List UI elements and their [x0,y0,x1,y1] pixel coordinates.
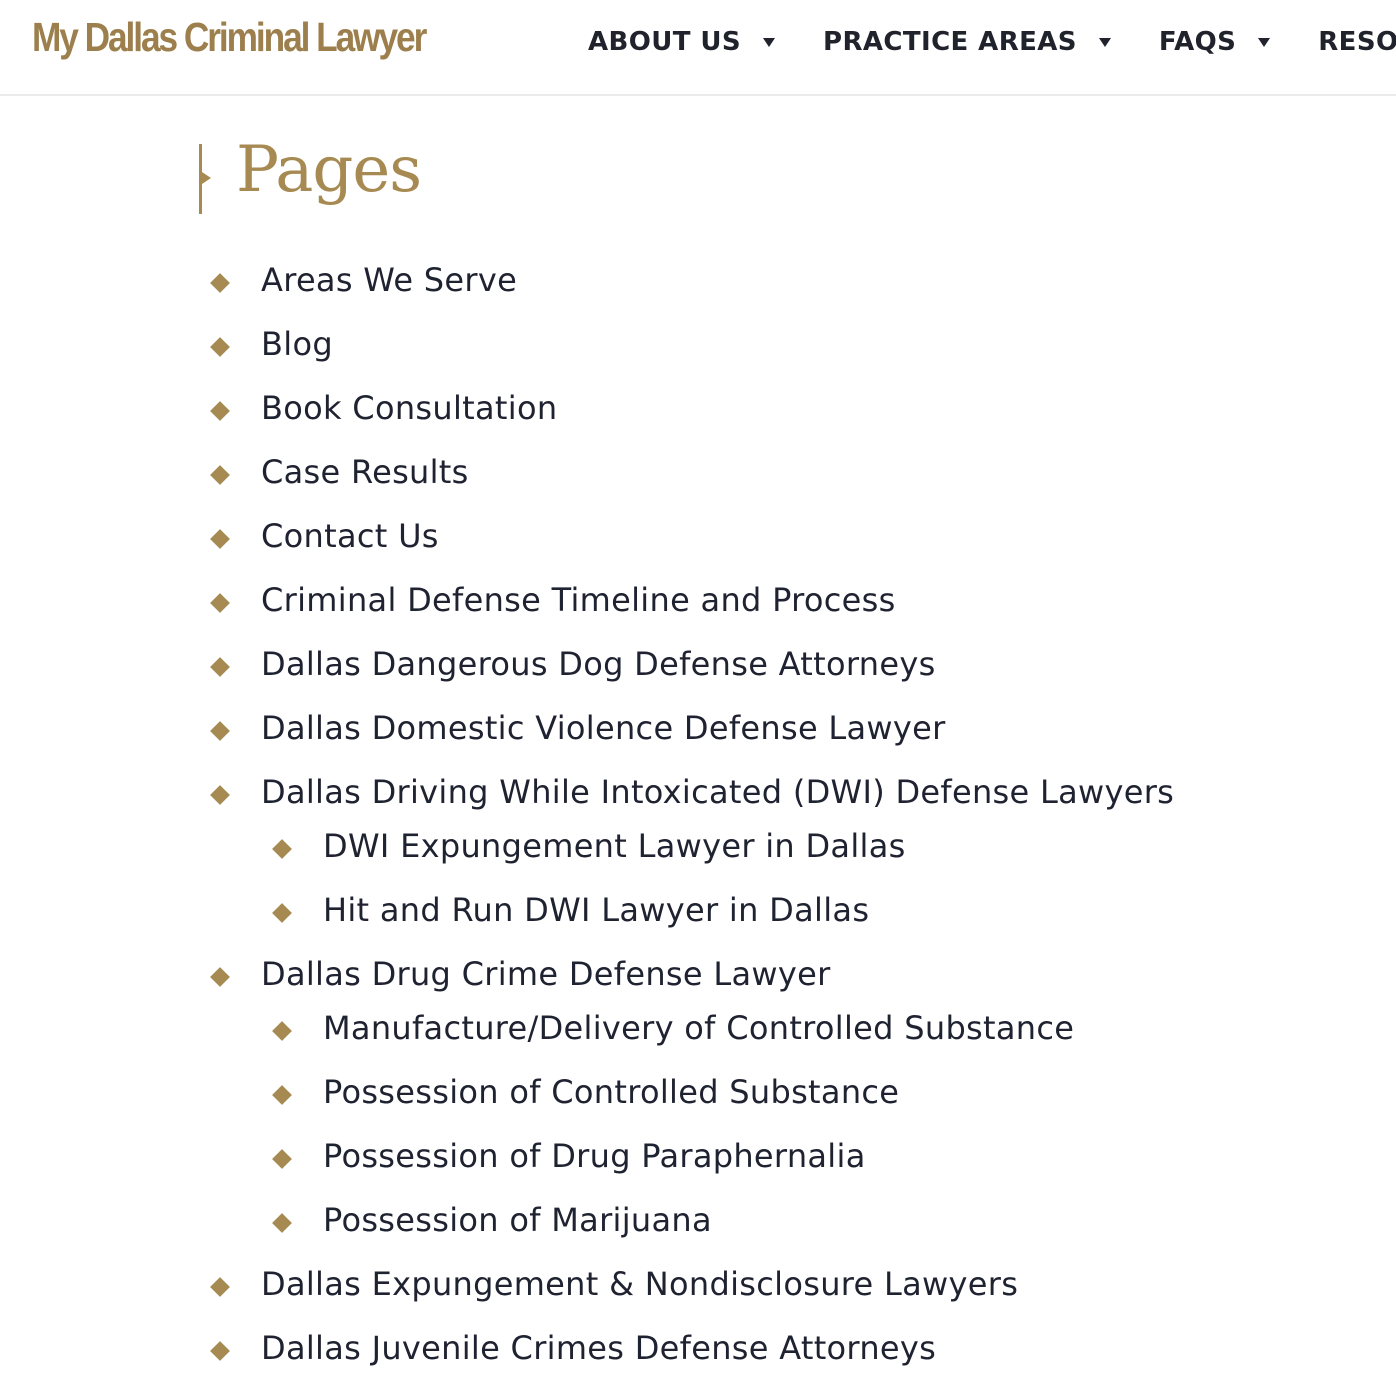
page-link[interactable]: Manufacture/Delivery of Controlled Subst… [323,1009,1074,1047]
list-item: Dallas Expungement & Nondisclosure Lawye… [199,1258,1018,1310]
site-logo[interactable]: My Dallas Criminal Lawyer [32,14,427,61]
nav-about-us[interactable]: ABOUT US [588,27,823,57]
site-header: My Dallas Criminal Lawyer ABOUT US PRACT… [0,0,1396,96]
list-item: Dallas Driving While Intoxicated (DWI) D… [199,766,1174,818]
diamond-bullet-icon [210,967,230,987]
list-item-sub: Possession of Drug Paraphernalia [261,1130,866,1182]
heading-accent-bar [199,144,211,214]
caret-down-icon[interactable] [1258,37,1271,47]
diamond-bullet-icon [210,721,230,741]
diamond-bullet-icon [210,785,230,805]
section-heading: Pages [199,120,1389,230]
list-item-sub: Possession of Controlled Substance [261,1066,899,1118]
diamond-bullet-icon [210,657,230,677]
page-link[interactable]: Dallas Driving While Intoxicated (DWI) D… [261,773,1174,811]
page-link[interactable]: Dallas Dangerous Dog Defense Attorneys [261,645,936,683]
list-item: Contact Us [199,510,439,562]
diamond-bullet-icon [210,1341,230,1361]
nav-about-us-label: ABOUT US [588,27,741,57]
nav-faqs-label: FAQS [1158,27,1237,57]
diamond-bullet-icon [210,337,230,357]
nav-practice-areas-label: PRACTICE AREAS [822,27,1077,57]
diamond-bullet-icon [272,903,292,923]
diamond-bullet-icon [272,1149,292,1169]
diamond-bullet-icon [210,529,230,549]
nav-faqs[interactable]: FAQS [1159,27,1318,57]
list-item: Criminal Defense Timeline and Process [199,574,896,626]
caret-down-icon[interactable] [1098,37,1111,47]
diamond-bullet-icon [272,1085,292,1105]
page-link[interactable]: Possession of Drug Paraphernalia [323,1137,866,1175]
nav-resources-label: RESOURCES [1318,27,1396,57]
page-link[interactable]: Case Results [261,453,469,491]
diamond-bullet-icon [210,593,230,613]
nav-practice-areas[interactable]: PRACTICE AREAS [823,27,1159,57]
main-nav: ABOUT US PRACTICE AREAS FAQS RESOURCES [588,0,1396,84]
list-item: Areas We Serve [199,254,517,306]
list-item: Dallas Domestic Violence Defense Lawyer [199,702,946,754]
caret-down-icon[interactable] [762,37,775,47]
list-item: Blog [199,318,333,370]
diamond-bullet-icon [210,273,230,293]
list-item-sub: DWI Expungement Lawyer in Dallas [261,820,906,872]
page-link[interactable]: Areas We Serve [261,261,517,299]
page-link[interactable]: Dallas Domestic Violence Defense Lawyer [261,709,946,747]
page-link[interactable]: Possession of Controlled Substance [323,1073,899,1111]
page-link[interactable]: Blog [261,325,333,363]
page-link[interactable]: Book Consultation [261,389,557,427]
page-link[interactable]: Dallas Juvenile Crimes Defense Attorneys [261,1329,936,1367]
page-link[interactable]: Hit and Run DWI Lawyer in Dallas [323,891,869,929]
diamond-bullet-icon [272,1021,292,1041]
page-link[interactable]: Possession of Marijuana [323,1201,712,1239]
diamond-bullet-icon [272,839,292,859]
list-item: Dallas Dangerous Dog Defense Attorneys [199,638,936,690]
page-link[interactable]: Criminal Defense Timeline and Process [261,581,896,619]
diamond-bullet-icon [210,401,230,421]
page-title: Pages [236,133,422,207]
list-item-sub: Manufacture/Delivery of Controlled Subst… [261,1002,1074,1054]
list-item: Dallas Juvenile Crimes Defense Attorneys [199,1322,936,1374]
list-item-sub: Possession of Marijuana [261,1194,712,1246]
sitemap-content: Pages Areas We Serve Blog Book Consultat… [199,120,1389,1367]
diamond-bullet-icon [210,1277,230,1297]
diamond-bullet-icon [210,465,230,485]
page-link[interactable]: Dallas Expungement & Nondisclosure Lawye… [261,1265,1018,1303]
diamond-bullet-icon [272,1213,292,1233]
page-link[interactable]: Dallas Drug Crime Defense Lawyer [261,955,831,993]
list-item: Case Results [199,446,469,498]
nav-resources[interactable]: RESOURCES [1318,27,1396,57]
list-item-sub: Hit and Run DWI Lawyer in Dallas [261,884,869,936]
list-item: Book Consultation [199,382,557,434]
page-link[interactable]: Contact Us [261,517,439,555]
page-link[interactable]: DWI Expungement Lawyer in Dallas [323,827,906,865]
list-item: Dallas Drug Crime Defense Lawyer [199,948,831,1000]
